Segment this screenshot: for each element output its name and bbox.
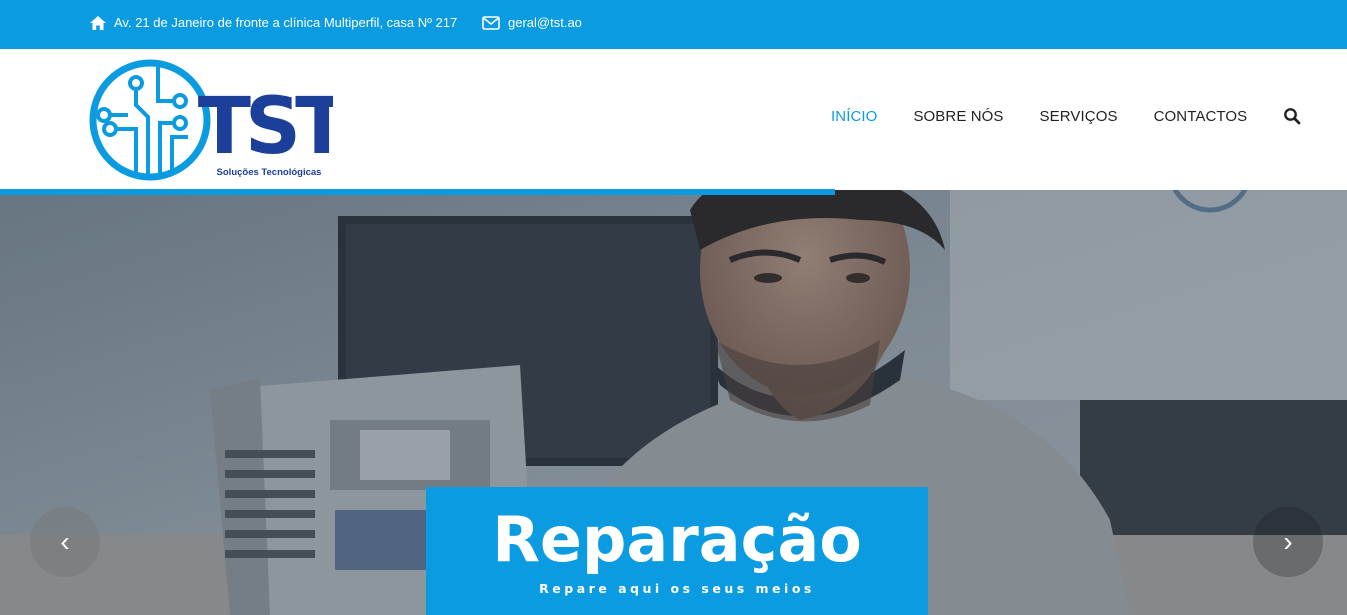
search-icon[interactable]	[1283, 107, 1301, 125]
main-nav: INÍCIO SOBRE NÓS SERVIÇOS CONTACTOS	[831, 107, 1301, 125]
slide-caption: Reparação Repare aqui os seus meios	[426, 487, 928, 615]
chevron-right-icon: ›	[1283, 526, 1293, 557]
nav-item-servicos[interactable]: SERVIÇOS	[1040, 108, 1118, 125]
chevron-left-icon: ‹	[60, 526, 70, 557]
slider-next-button[interactable]: ›	[1253, 507, 1323, 577]
logo-tagline: Soluções Tecnológicas	[217, 167, 322, 178]
address-item: Av. 21 de Janeiro de fronte a clínica Mu…	[90, 0, 457, 45]
slide-title: Reparação	[492, 503, 862, 576]
nav-item-sobre-nos[interactable]: SOBRE NÓS	[913, 108, 1003, 125]
home-icon	[90, 15, 106, 30]
slide-subtitle: Repare aqui os seus meios	[539, 581, 815, 596]
nav-item-contactos[interactable]: CONTACTOS	[1154, 108, 1248, 125]
email-item[interactable]: geral@tst.ao	[482, 0, 582, 45]
logo-text: TST	[198, 82, 333, 172]
email-link[interactable]: geral@tst.ao	[508, 15, 582, 30]
slider-prev-button[interactable]: ‹	[30, 507, 100, 577]
site-header: TST Soluções Tecnológicas INÍCIO SOBRE N…	[0, 49, 1347, 190]
slider-progress-bar	[0, 189, 835, 195]
address-text: Av. 21 de Janeiro de fronte a clínica Mu…	[114, 15, 458, 30]
envelope-icon	[482, 15, 500, 30]
hero-slider: ‹ › Reparação Repare aqui os seus meios	[0, 190, 1347, 615]
top-info-bar: Av. 21 de Janeiro de fronte a clínica Mu…	[0, 0, 1347, 49]
tst-logo[interactable]: TST Soluções Tecnológicas	[88, 57, 333, 183]
nav-item-inicio[interactable]: INÍCIO	[831, 108, 877, 125]
